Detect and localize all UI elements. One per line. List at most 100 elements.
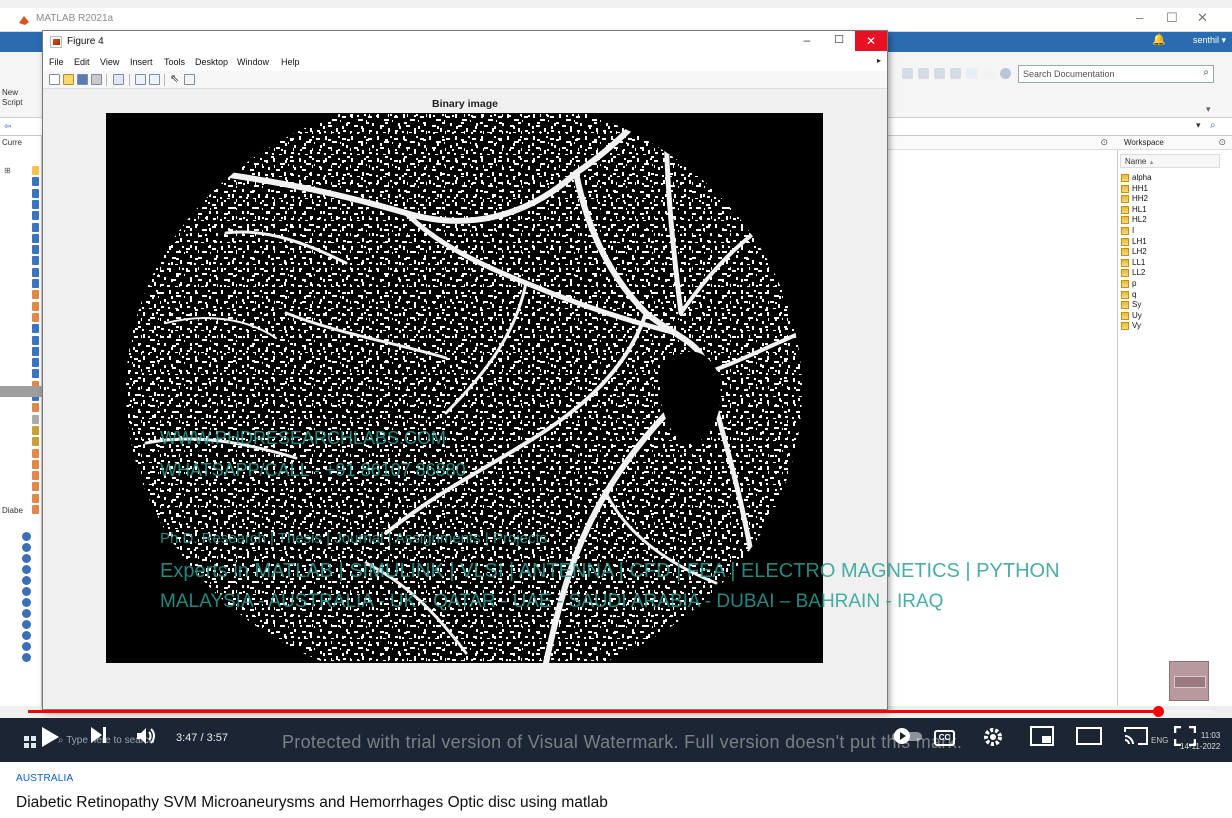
- file-icon[interactable]: [32, 245, 39, 255]
- play-icon[interactable]: [40, 726, 60, 753]
- menu-help[interactable]: Help: [281, 57, 300, 67]
- file-icon[interactable]: [32, 505, 39, 514]
- maximize-icon[interactable]: ☐: [1166, 10, 1178, 26]
- workspace-variable-row[interactable]: HH1: [1121, 184, 1221, 194]
- workspace-column-header[interactable]: Name ▲: [1120, 154, 1220, 168]
- captions-button[interactable]: CC: [934, 730, 955, 746]
- menu-insert[interactable]: Insert: [130, 57, 153, 67]
- new-script-sublabel[interactable]: Script: [2, 98, 42, 108]
- file-icon[interactable]: [32, 346, 39, 356]
- expand-tree-icon[interactable]: ⊞: [4, 166, 11, 175]
- file-icon[interactable]: [32, 188, 39, 198]
- workspace-variable-row[interactable]: LH2: [1121, 247, 1221, 257]
- user-account-menu[interactable]: senthil ▾: [1193, 35, 1226, 46]
- menu-edit[interactable]: Edit: [74, 57, 90, 67]
- menu-view[interactable]: View: [100, 57, 119, 67]
- file-icon[interactable]: [32, 335, 39, 345]
- file-icon[interactable]: [32, 425, 39, 435]
- save-figure-icon[interactable]: [77, 74, 88, 85]
- file-icon[interactable]: [32, 301, 39, 311]
- volume-icon[interactable]: [136, 726, 158, 751]
- miniplayer-icon[interactable]: [1030, 726, 1054, 751]
- autoplay-toggle[interactable]: [890, 726, 926, 751]
- cut-quick-icon[interactable]: [918, 68, 929, 79]
- file-icon[interactable]: [32, 437, 39, 447]
- workspace-variable-row[interactable]: Sy: [1121, 300, 1221, 310]
- file-icon[interactable]: [32, 279, 39, 288]
- settings-icon[interactable]: [982, 726, 1004, 753]
- file-icon[interactable]: [32, 211, 39, 221]
- workspace-variable-row[interactable]: Vy: [1121, 321, 1221, 331]
- workspace-variable-row[interactable]: HL2: [1121, 215, 1221, 225]
- file-icon[interactable]: [32, 222, 39, 232]
- insert-colorbar-icon[interactable]: [135, 74, 146, 85]
- minimize-icon[interactable]: –: [1136, 10, 1143, 25]
- bell-icon[interactable]: 🔔: [1152, 33, 1166, 46]
- print-figure-icon[interactable]: [91, 74, 102, 85]
- progress-bar[interactable]: [28, 706, 1214, 717]
- cast-icon[interactable]: [1124, 726, 1148, 751]
- video-location-tag[interactable]: AUSTRALIA: [16, 773, 73, 784]
- insert-legend-icon[interactable]: [149, 74, 160, 85]
- panel-menu-icon[interactable]: ⊙: [1100, 137, 1108, 148]
- next-icon[interactable]: [90, 726, 108, 749]
- channel-watermark-logo[interactable]: [1169, 661, 1209, 701]
- new-figure-icon[interactable]: [49, 74, 60, 85]
- search-icon[interactable]: ⌕: [1203, 67, 1209, 78]
- community-icon[interactable]: [1000, 68, 1011, 79]
- save-quick-icon[interactable]: [902, 68, 913, 79]
- workspace-variable-row[interactable]: HH2: [1121, 194, 1221, 204]
- close-button[interactable]: ✕: [855, 31, 887, 51]
- file-icon[interactable]: [32, 177, 39, 187]
- collapse-toolstrip-icon[interactable]: ▾: [1206, 104, 1211, 115]
- window-quick-icon[interactable]: [966, 68, 977, 79]
- workspace-variable-row[interactable]: I: [1121, 226, 1221, 236]
- search-documentation-input[interactable]: Search Documentation ⌕: [1018, 65, 1214, 83]
- minimize-button[interactable]: –: [797, 33, 817, 51]
- find-icon[interactable]: ⌕: [1210, 120, 1216, 131]
- menu-window[interactable]: Window: [237, 57, 269, 67]
- new-script-label[interactable]: New: [2, 88, 42, 98]
- file-icon[interactable]: [32, 324, 39, 334]
- help-icon[interactable]: [984, 68, 995, 79]
- workspace-variable-row[interactable]: p: [1121, 279, 1221, 289]
- file-icon[interactable]: [32, 290, 39, 300]
- maximize-button[interactable]: ☐: [829, 33, 849, 51]
- workspace-variable-row[interactable]: LH1: [1121, 237, 1221, 247]
- file-icon[interactable]: [32, 493, 39, 503]
- address-dropdown-icon[interactable]: ▾: [1196, 120, 1201, 131]
- file-icon[interactable]: [32, 369, 39, 379]
- file-icon[interactable]: [32, 471, 39, 481]
- theater-icon[interactable]: [1076, 726, 1102, 751]
- menu-tools[interactable]: Tools: [164, 57, 185, 67]
- file-icon[interactable]: [32, 414, 39, 424]
- property-editor-icon[interactable]: [184, 74, 195, 85]
- video-player[interactable]: MATLAB R2021a – ☐ ✕ New Script ▾ Search …: [0, 0, 1232, 762]
- workspace-variable-row[interactable]: HL1: [1121, 205, 1221, 215]
- link-plot-icon[interactable]: [113, 74, 124, 85]
- file-icon[interactable]: [32, 459, 39, 469]
- close-icon[interactable]: ✕: [1197, 10, 1208, 26]
- file-icon[interactable]: [32, 448, 39, 458]
- pointer-icon[interactable]: ⇖: [170, 72, 179, 85]
- file-icon[interactable]: [32, 312, 39, 322]
- copy-quick-icon[interactable]: [934, 68, 945, 79]
- workspace-variable-row[interactable]: Uy: [1121, 311, 1221, 321]
- file-icon[interactable]: [32, 267, 39, 277]
- menu-file[interactable]: File: [49, 57, 64, 67]
- file-icon[interactable]: [32, 166, 39, 175]
- workspace-menu-icon[interactable]: ⊙: [1218, 137, 1226, 148]
- workspace-variable-row[interactable]: LL1: [1121, 258, 1221, 268]
- file-icon[interactable]: [32, 482, 39, 492]
- open-file-icon[interactable]: [63, 74, 74, 85]
- back-arrow-icon[interactable]: ⇦: [4, 121, 12, 132]
- file-icon[interactable]: [32, 358, 39, 368]
- workspace-variable-row[interactable]: alpha: [1121, 173, 1221, 183]
- command-window[interactable]: ⊙: [886, 136, 1118, 706]
- workspace-variable-row[interactable]: q: [1121, 290, 1221, 300]
- menu-desktop[interactable]: Desktop: [195, 57, 228, 67]
- file-icon[interactable]: [32, 403, 39, 413]
- fullscreen-icon[interactable]: [1173, 725, 1197, 751]
- workspace-variable-row[interactable]: LL2: [1121, 268, 1221, 278]
- file-icon[interactable]: [32, 256, 39, 266]
